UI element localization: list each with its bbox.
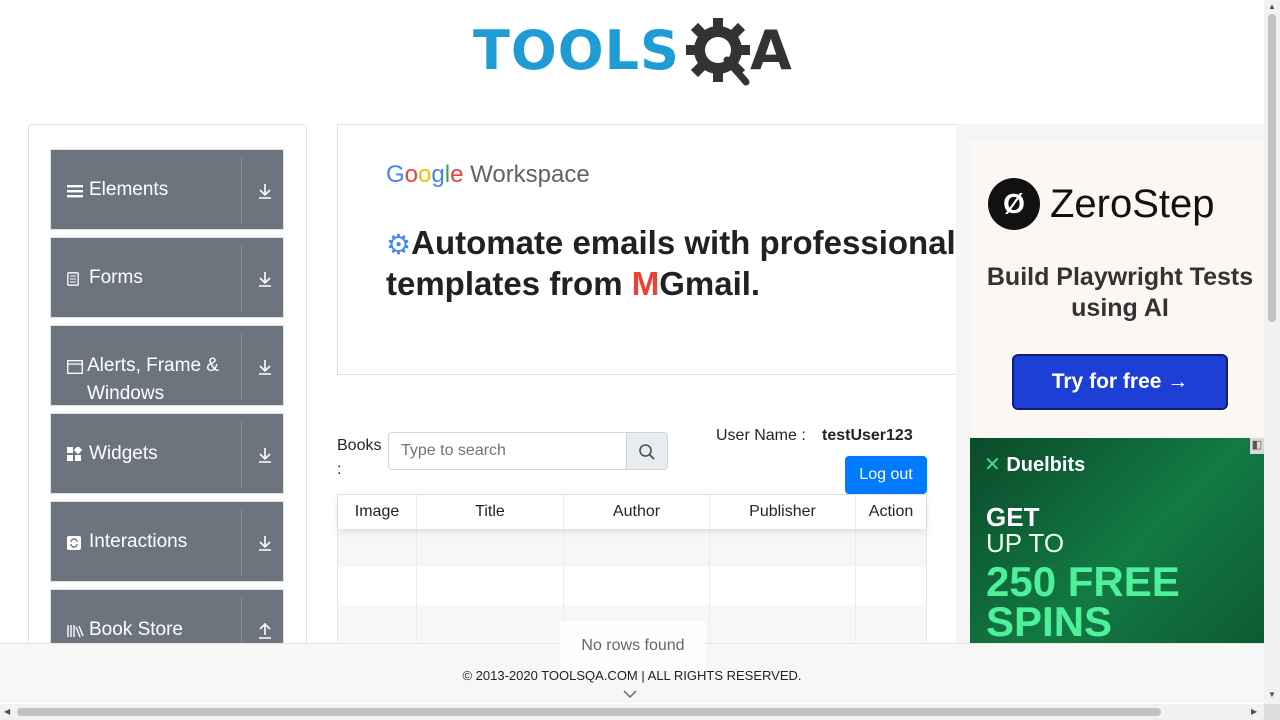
column-header-image[interactable]: Image [338,495,417,529]
logo-text: TOOLS [473,18,680,82]
search-icon [639,444,655,460]
logout-button[interactable]: Log out [845,456,927,494]
sidebar-group-label: Alerts, Frame & Windows [87,355,219,404]
divider [241,421,242,487]
gear-magnifier-icon [684,14,756,86]
table-row [338,529,926,567]
vertical-scroll-thumb[interactable] [1268,14,1276,322]
ad-close-icon[interactable]: ◧ [1250,438,1264,454]
zerostep-logo-icon: Ø [988,178,1040,230]
sidebar-group-label: Elements [89,179,169,200]
column-header-title[interactable]: Title [417,495,564,529]
column-header-publisher[interactable]: Publisher [710,495,856,529]
duelbits-logo-icon: ✕ [984,454,1007,476]
sidebar-group-elements[interactable]: Elements [50,149,284,230]
vertical-scrollbar[interactable]: ▲ ▼ [1264,0,1280,704]
download-arrow-icon[interactable] [256,270,274,288]
horizontal-scroll-thumb[interactable] [17,708,1161,716]
google-workspace-ad[interactable]: Google Workspace ⚙Automate emails with p… [337,124,957,375]
refresh-icon [67,528,85,560]
scroll-right-arrow-icon[interactable]: ▶ [1251,707,1257,716]
try-for-free-button[interactable]: Try for free → [1012,354,1228,410]
chevron-down-icon[interactable] [622,688,638,700]
sidebar-group-label: Book Store [89,619,183,640]
download-arrow-icon[interactable] [256,358,274,376]
user-name-value: testUser123 [822,427,913,444]
sidebar-group-widgets[interactable]: Widgets [50,413,284,494]
search-button[interactable] [626,433,667,469]
search-input[interactable] [389,433,626,469]
hamburger-icon [67,176,85,208]
site-header: TOOLS A [0,0,1264,110]
table-header: Image Title Author Publisher Action [338,495,926,529]
logo-suffix: A [749,18,792,82]
gear-icon: ⚙ [386,229,412,260]
sidebar-group-alerts[interactable]: Alerts, Frame & Windows [50,325,284,406]
column-header-action: Action [868,503,914,520]
widgets-icon [67,440,85,472]
left-panel: Elements Forms Alerts, Frame & Windows W… [28,124,307,665]
scroll-left-arrow-icon[interactable]: ◀ [4,707,10,716]
sidebar-group-label: Interactions [89,531,188,552]
no-rows-message: No rows found [560,621,706,671]
search-box [388,432,668,470]
scroll-up-arrow-icon[interactable]: ▲ [1268,2,1276,11]
scrollbar-corner [1264,704,1280,720]
right-ad-column: Ø ZeroStep Build Playwright Tests using … [956,124,1264,644]
divider [241,245,242,311]
zerostep-tagline: Build Playwright Tests using AI [986,263,1254,322]
toolsqa-logo[interactable]: TOOLS A [473,14,792,86]
duelbits-ad[interactable]: ✕ Duelbits GET UP TO 250 FREE SPINS ◧ [970,438,1264,644]
divider [241,509,242,575]
sidebar-group-interactions[interactable]: Interactions [50,501,284,582]
upload-arrow-icon[interactable] [256,622,274,640]
column-header-author[interactable]: Author [564,495,710,529]
ad-headline: ⚙Automate emails with professional templ… [386,224,956,302]
download-arrow-icon[interactable] [256,534,274,552]
document-icon [67,264,85,296]
books-label: Books : [337,437,382,478]
divider [241,333,242,399]
sidebar-group-label: Forms [89,267,143,288]
zerostep-ad[interactable]: Ø ZeroStep Build Playwright Tests using … [970,140,1264,436]
table-row [338,567,926,605]
books-table: Image Title Author Publisher Action No r… [337,494,927,671]
download-arrow-icon[interactable] [256,182,274,200]
user-name-label: User Name : [716,427,806,444]
duelbits-brand: ✕ Duelbits [984,454,1086,476]
zerostep-name: ZeroStep [1050,181,1215,226]
gmail-icon: M [631,265,660,302]
google-workspace-brand: Google Workspace [386,161,590,188]
sidebar-group-forms[interactable]: Forms [50,237,284,318]
sidebar-group-label: Widgets [89,443,158,464]
divider [241,157,242,223]
window-icon [67,352,83,384]
horizontal-scrollbar[interactable]: ◀ ▶ [0,704,1264,720]
scroll-down-arrow-icon[interactable]: ▼ [1268,690,1276,699]
download-arrow-icon[interactable] [256,446,274,464]
